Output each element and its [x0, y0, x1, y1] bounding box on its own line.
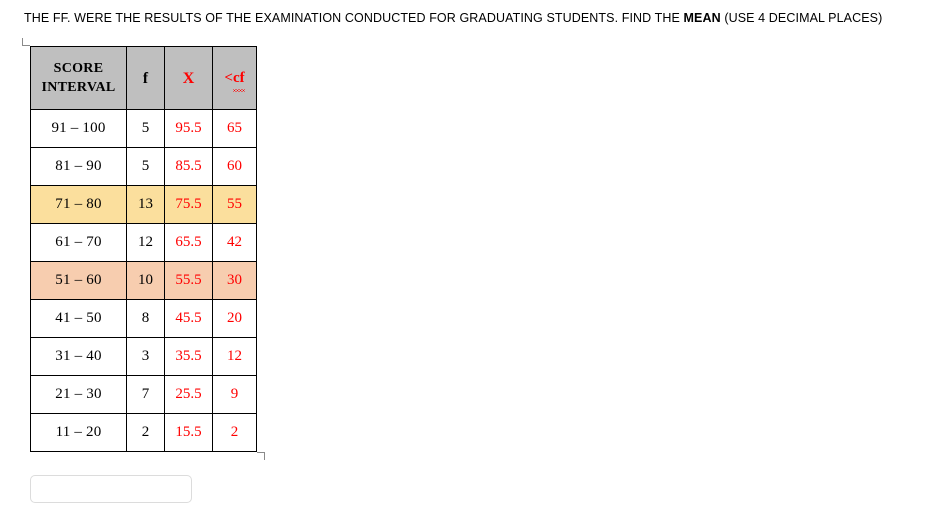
table-row: 71 – 80 13 75.5 55 [30, 185, 257, 224]
cell-score-interval: 81 – 90 [30, 147, 127, 186]
cell-cumulative-frequency: 55 [212, 185, 257, 224]
column-header-cumulative-frequency: <cf [212, 46, 257, 110]
cell-cumulative-frequency: 65 [212, 109, 257, 148]
table-row: 51 – 60 10 55.5 30 [30, 261, 257, 300]
cell-midpoint: 75.5 [164, 185, 213, 224]
table-corner-handle-top-left [22, 38, 30, 46]
table-row: 11 – 20 2 15.5 2 [30, 413, 257, 452]
prompt-text-before: THE FF. WERE THE RESULTS OF THE EXAMINAT… [24, 11, 684, 25]
prompt-text-after: (USE 4 DECIMAL PLACES) [720, 11, 883, 25]
cell-score-interval: 11 – 20 [30, 413, 127, 452]
cell-midpoint: 25.5 [164, 375, 213, 414]
cell-frequency: 5 [126, 109, 165, 148]
table-row: 81 – 90 5 85.5 60 [30, 147, 257, 186]
column-header-frequency: f [126, 46, 165, 110]
cell-cumulative-frequency: 12 [212, 337, 257, 376]
cell-midpoint: 85.5 [164, 147, 213, 186]
cell-frequency: 8 [126, 299, 165, 338]
cf-label-misspelled: cf [232, 69, 245, 92]
cell-score-interval: 31 – 40 [30, 337, 127, 376]
cell-cumulative-frequency: 60 [212, 147, 257, 186]
cell-score-interval: 51 – 60 [30, 261, 127, 300]
prompt-keyword-mean: MEAN [683, 11, 721, 25]
column-header-midpoint: X [164, 46, 213, 110]
cell-frequency: 12 [126, 223, 165, 262]
answer-input[interactable] [30, 475, 192, 503]
cell-score-interval: 41 – 50 [30, 299, 127, 338]
cell-midpoint: 55.5 [164, 261, 213, 300]
cell-score-interval: 91 – 100 [30, 109, 127, 148]
column-header-score-interval-line2: INTERVAL [41, 80, 116, 95]
cell-cumulative-frequency: 20 [212, 299, 257, 338]
cell-cumulative-frequency: 42 [212, 223, 257, 262]
column-header-score-interval: SCORE INTERVAL [30, 46, 127, 110]
table-row: 31 – 40 3 35.5 12 [30, 337, 257, 376]
cell-cumulative-frequency: 30 [212, 261, 257, 300]
cell-frequency: 2 [126, 413, 165, 452]
table-row: 91 – 100 5 95.5 65 [30, 109, 257, 148]
cell-frequency: 13 [126, 185, 165, 224]
table-corner-handle-bottom-right [257, 452, 265, 460]
cell-midpoint: 15.5 [164, 413, 213, 452]
cell-cumulative-frequency: 2 [212, 413, 257, 452]
cell-frequency: 5 [126, 147, 165, 186]
column-header-score-interval-line1: SCORE [53, 61, 104, 76]
cell-midpoint: 35.5 [164, 337, 213, 376]
cell-score-interval: 71 – 80 [30, 185, 127, 224]
frequency-distribution-table: SCORE INTERVAL f X <cf 91 – 100 5 95.5 65 81… [30, 46, 257, 452]
table-row: 61 – 70 12 65.5 42 [30, 223, 257, 262]
cell-midpoint: 95.5 [164, 109, 213, 148]
cell-frequency: 10 [126, 261, 165, 300]
frequency-distribution-table-container: SCORE INTERVAL f X <cf 91 – 100 5 95.5 65 81… [22, 38, 265, 460]
table-body: 91 – 100 5 95.5 65 81 – 90 5 85.5 60 71 – 80 13 75… [30, 109, 257, 452]
cell-midpoint: 65.5 [164, 223, 213, 262]
cf-less-than-sign: < [224, 69, 233, 86]
table-header-row: SCORE INTERVAL f X <cf [30, 46, 257, 110]
cell-frequency: 7 [126, 375, 165, 414]
cell-cumulative-frequency: 9 [212, 375, 257, 414]
cell-midpoint: 45.5 [164, 299, 213, 338]
cell-score-interval: 61 – 70 [30, 223, 127, 262]
table-row: 21 – 30 7 25.5 9 [30, 375, 257, 414]
cell-frequency: 3 [126, 337, 165, 376]
table-row: 41 – 50 8 45.5 20 [30, 299, 257, 338]
cell-score-interval: 21 – 30 [30, 375, 127, 414]
question-prompt: THE FF. WERE THE RESULTS OF THE EXAMINAT… [24, 11, 882, 26]
